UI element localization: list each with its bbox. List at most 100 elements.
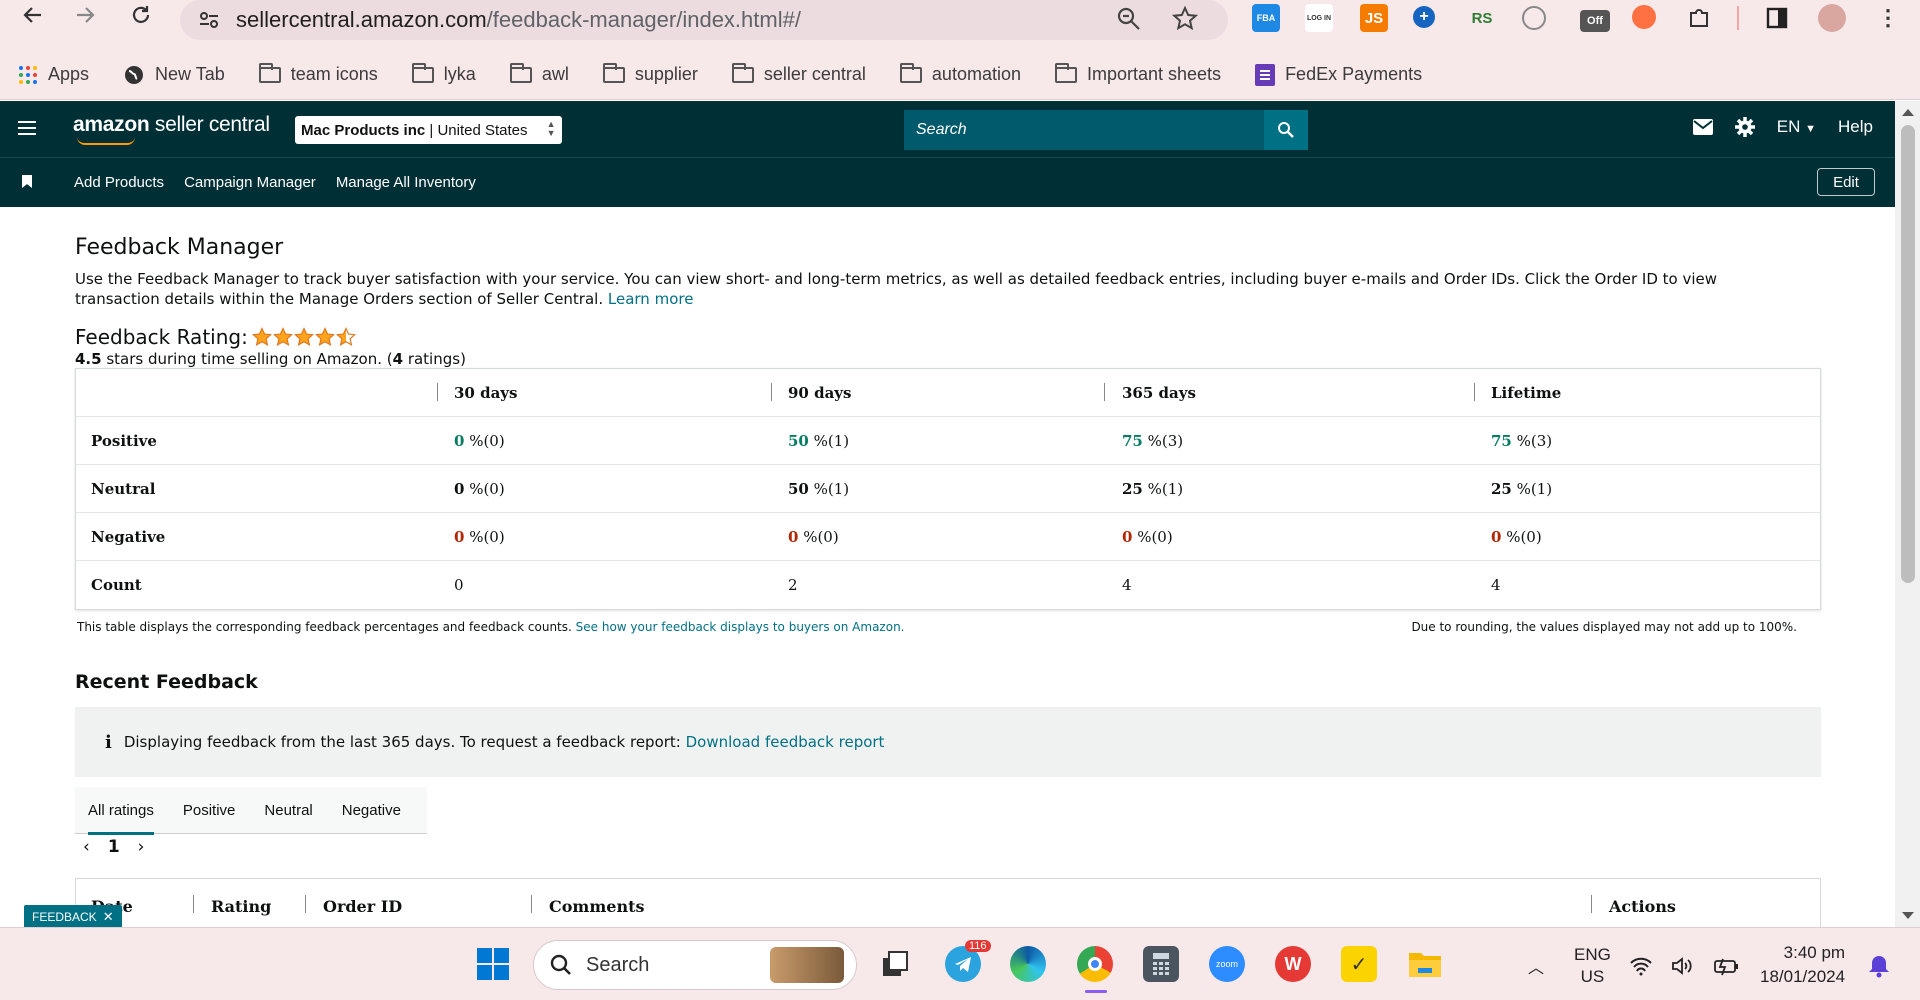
calculator-icon[interactable] xyxy=(1143,946,1179,982)
percent-value: 0 xyxy=(454,480,465,498)
account-switcher[interactable]: Mac Products inc | United States ▲ ▼ xyxy=(295,116,562,144)
bookmark-awl[interactable]: awl xyxy=(509,62,569,85)
bookmark-lyka[interactable]: lyka xyxy=(411,62,476,85)
current-page[interactable]: 1 xyxy=(108,837,120,857)
firefox-extension-icon[interactable] xyxy=(1632,5,1656,29)
folder-icon xyxy=(258,62,281,83)
bookmark-new-tab[interactable]: New Tab xyxy=(123,64,225,86)
bookmark-supplier[interactable]: supplier xyxy=(602,62,698,85)
hamburger-menu-icon[interactable] xyxy=(18,121,36,135)
bookmark-label: supplier xyxy=(634,64,698,84)
cell-rest: %(3) xyxy=(1511,432,1553,450)
js-extension-icon[interactable]: JS xyxy=(1360,4,1388,32)
tab-neutral[interactable]: Neutral xyxy=(251,787,328,834)
nav-link-manage-inventory[interactable]: Manage All Inventory xyxy=(336,174,476,191)
language-indicator[interactable]: ENG US xyxy=(1574,944,1611,988)
nav-link-campaign-manager[interactable]: Campaign Manager xyxy=(184,174,316,191)
scroll-up-arrow-icon[interactable] xyxy=(1902,109,1914,116)
prev-page-icon[interactable]: ‹ xyxy=(83,837,90,857)
edit-nav-button[interactable]: Edit xyxy=(1817,168,1875,196)
column-header: Comments xyxy=(549,897,645,916)
show-hidden-icons-chevron-icon[interactable]: ︿ xyxy=(1528,954,1544,978)
toolbar-divider xyxy=(1737,6,1739,30)
bookmark-apps[interactable]: Apps xyxy=(18,64,89,85)
bookmark-automation[interactable]: automation xyxy=(899,62,1021,85)
seller-central-logo[interactable]: amazon seller central xyxy=(73,113,270,145)
telegram-icon[interactable]: 116 xyxy=(945,940,991,982)
count-cell: 0 xyxy=(454,576,464,594)
bookmark-ribbon-icon[interactable] xyxy=(22,175,32,188)
camera-extension-icon[interactable] xyxy=(1522,6,1546,30)
tab-positive[interactable]: Positive xyxy=(170,787,252,834)
gear-icon[interactable] xyxy=(1734,117,1755,137)
search-input[interactable]: Search xyxy=(904,110,1264,150)
help-link[interactable]: Help xyxy=(1838,117,1873,137)
search-button[interactable] xyxy=(1264,110,1308,150)
zoom-icon[interactable]: zoom xyxy=(1209,946,1245,982)
search-icon xyxy=(1278,122,1294,138)
side-panel-icon[interactable] xyxy=(1763,4,1791,32)
login-extension-icon[interactable]: LOG IN xyxy=(1305,4,1333,32)
page-title: Feedback Manager xyxy=(75,235,284,260)
bookmark-seller-central[interactable]: seller central xyxy=(731,62,866,85)
next-page-icon[interactable]: › xyxy=(138,837,145,857)
off-extension-icon[interactable]: Off xyxy=(1580,10,1610,32)
profile-avatar[interactable] xyxy=(1818,4,1846,32)
address-bar[interactable]: sellercentral.amazon.com/feedback-manage… xyxy=(180,0,1228,40)
file-explorer-icon[interactable] xyxy=(1407,946,1443,982)
account-name: Mac Products inc xyxy=(301,121,426,139)
close-icon[interactable]: ✕ xyxy=(103,909,114,925)
learn-more-link[interactable]: Learn more xyxy=(608,290,694,308)
count-cell: 4 xyxy=(1491,576,1501,594)
bookmark-important-sheets[interactable]: Important sheets xyxy=(1054,62,1221,85)
wps-office-icon[interactable]: W xyxy=(1275,946,1311,982)
forward-button[interactable] xyxy=(70,0,100,30)
fba-extension-icon[interactable]: FBA xyxy=(1252,4,1280,32)
mail-icon[interactable] xyxy=(1692,119,1713,135)
percent-value: 25 xyxy=(1122,480,1143,498)
row-label: Count xyxy=(91,576,142,594)
reload-button[interactable] xyxy=(126,0,156,30)
battery-icon[interactable] xyxy=(1713,956,1741,976)
system-clock[interactable]: 3:40 pm 18/01/2024 xyxy=(1760,941,1845,989)
cell-rest: %(0) xyxy=(464,480,505,498)
bookmark-star-icon[interactable] xyxy=(1172,6,1198,32)
extensions-puzzle-icon[interactable] xyxy=(1685,4,1713,32)
count-cell: 4 xyxy=(1122,576,1132,594)
feedback-widget-button[interactable]: FEEDBACK ✕ xyxy=(24,905,122,928)
notification-bell-icon[interactable] xyxy=(1868,954,1890,978)
cell-rest: %(0) xyxy=(464,528,505,546)
column-header: Lifetime xyxy=(1491,384,1562,402)
rs-extension-icon[interactable]: RS xyxy=(1468,4,1496,32)
zoom-icon[interactable] xyxy=(1116,6,1142,32)
back-button[interactable] xyxy=(18,0,48,30)
pagination: ‹ 1 › xyxy=(83,837,144,857)
plus-extension-icon[interactable]: + xyxy=(1413,6,1435,28)
chrome-menu-icon[interactable]: ⋮ xyxy=(1874,4,1902,32)
language-selector[interactable]: EN ▼ xyxy=(1777,117,1816,137)
taskbar-search[interactable]: Search xyxy=(533,940,857,990)
bookmark-team-icons[interactable]: team icons xyxy=(258,62,378,85)
edge-icon[interactable] xyxy=(1010,946,1046,982)
tab-negative[interactable]: Negative xyxy=(329,787,417,834)
percent-value: 0 xyxy=(1491,528,1502,546)
reload-icon xyxy=(132,6,150,23)
tab-all-ratings[interactable]: All ratings xyxy=(75,787,170,835)
chrome-icon[interactable] xyxy=(1077,946,1113,982)
download-report-link[interactable]: Download feedback report xyxy=(686,733,885,751)
scroll-thumb[interactable] xyxy=(1901,125,1915,583)
bookmark-fedex-payments[interactable]: FedEx Payments xyxy=(1255,63,1422,86)
windows-start-icon[interactable] xyxy=(475,946,511,982)
table-header-row: 30 days 90 days 365 days Lifetime xyxy=(76,369,1820,417)
task-view-icon[interactable] xyxy=(877,946,913,982)
scroll-down-arrow-icon[interactable] xyxy=(1902,912,1914,919)
globe-icon xyxy=(125,65,144,84)
site-settings-icon[interactable] xyxy=(198,9,220,31)
page-scrollbar[interactable] xyxy=(1895,101,1920,927)
volume-icon[interactable] xyxy=(1671,956,1695,976)
column-divider xyxy=(1104,383,1105,401)
wifi-icon[interactable] xyxy=(1629,956,1653,976)
nav-link-add-products[interactable]: Add Products xyxy=(74,174,164,191)
sticky-notes-icon[interactable]: ✓ xyxy=(1341,946,1377,982)
buyer-view-link[interactable]: See how your feedback displays to buyers… xyxy=(576,620,905,634)
